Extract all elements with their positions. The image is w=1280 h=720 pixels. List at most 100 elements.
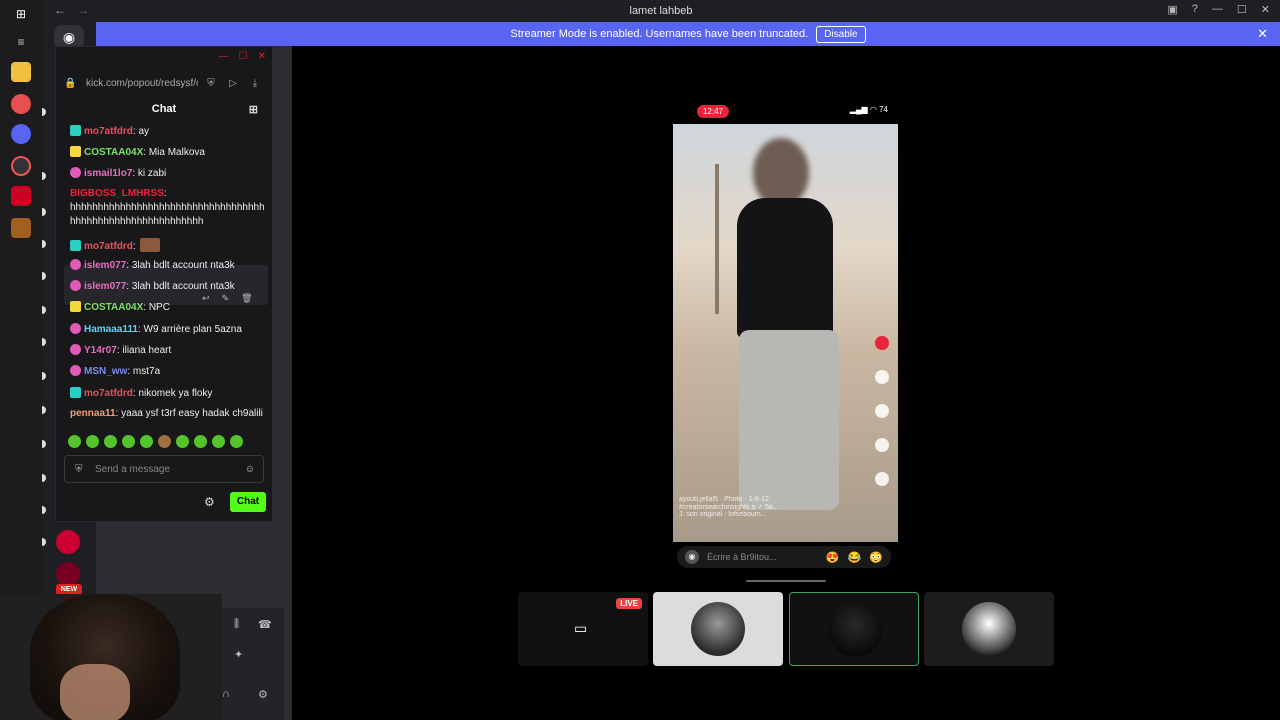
popout-controls: — ☐ ✕ [219,51,266,62]
chat-username[interactable]: Hamaaa111 [84,324,138,335]
participant-tile-2[interactable] [653,592,783,666]
emote-button[interactable] [140,435,153,448]
profile-avatar-icon[interactable] [875,336,889,350]
emote-button[interactable] [122,435,135,448]
webcam-face [60,664,130,720]
emoji-laugh[interactable]: 😂 [848,551,862,564]
server-indicator [42,338,46,346]
download-icon[interactable]: ⤓ [246,78,264,89]
shared-video[interactable]: ayoub.jellal5 · Photo · 1-8-12 #creators… [673,124,898,542]
share-icon[interactable] [875,472,889,486]
chat-username[interactable]: Y14r07 [84,345,117,356]
shield-badge-icon: ⛨ [75,463,83,475]
participant-avatar [691,602,745,656]
inbox-icon[interactable]: ▣ [1167,3,1177,16]
emote-button[interactable] [194,435,207,448]
message-input[interactable]: ⛨ Send a message ☺ [64,455,264,483]
participant-avatar [962,602,1016,656]
minimize-button[interactable]: — [1212,3,1223,16]
phone-signal-battery: ▂▄▆ ◠ 74 [849,105,888,114]
chat-message: COSTAA04X: Mia Malkova [70,146,270,158]
chat-username[interactable]: pennaa11 [70,408,116,419]
emote-button[interactable] [176,435,189,448]
chat-text: hhhhhhhhhhhhhhhhhhhhhhhh [70,216,204,227]
server-avatar[interactable] [56,530,80,554]
comment-placeholder: Écrire à Br9itou... [707,552,777,562]
server-avatar[interactable] [56,562,80,586]
headphones-icon[interactable]: ∩ [222,688,230,700]
emoji-picker-icon[interactable]: ☺ [245,464,255,475]
emote-button[interactable] [212,435,225,448]
emote-button[interactable] [230,435,243,448]
archive-app-icon[interactable] [11,218,31,238]
camera-icon[interactable]: ◉ [685,550,699,564]
window-title: lamet lahbeb [629,5,693,17]
shield-icon[interactable]: ⛨ [202,78,220,89]
heart-icon[interactable] [875,370,889,384]
comment-input[interactable]: ◉ Écrire à Br9itou... 😍 😂 😳 [677,546,891,568]
close-button[interactable]: ✕ [1261,3,1270,16]
screen-share-icon: ▭ [574,620,588,636]
activities-icon[interactable]: ✦ [234,648,243,661]
disconnect-icon[interactable]: ☎ [258,618,272,631]
emote-button[interactable] [158,435,171,448]
play-icon[interactable]: ▷ [224,78,242,89]
chat-username[interactable]: MSN_ww [84,366,127,377]
emoji-heart-eyes[interactable]: 😍 [826,551,840,564]
maximize-button[interactable]: ☐ [1237,3,1247,16]
emote-button[interactable] [68,435,81,448]
voice-controls: ⫼ ☎ ✦ ∩ ⚙ [222,608,284,720]
app-icon-1[interactable] [11,94,31,114]
chat-text: : [132,241,136,252]
chat-message: pennaa11: yaaa ysf t3rf easy hadak ch9al… [70,408,270,419]
obs-icon[interactable] [11,156,31,176]
discord-taskbar-icon[interactable] [11,124,31,144]
comment-icon[interactable] [875,404,889,418]
chat-send-button[interactable]: Chat [230,492,266,512]
file-explorer-icon[interactable] [11,62,31,82]
battery-level: 74 [879,105,888,114]
chat-username[interactable]: islem077 [84,281,126,292]
chat-username[interactable]: BIGBOSS_LMHRSS [70,188,164,199]
settings-gear-icon[interactable]: ⚙ [258,688,268,701]
disable-button[interactable]: Disable [816,25,866,43]
chat-message: hhhhhhhhhhhhhhhhhhhhhhhhhhhhhhhhhhh [70,202,270,213]
gift-icon[interactable]: ⊞ [249,103,258,116]
popout-minimize-icon[interactable]: — [219,51,229,62]
server-indicator [42,208,46,216]
chat-username[interactable]: islem077 [84,260,126,271]
user-badge-icon [70,301,81,312]
soundboard-icon[interactable]: ⫼ [234,618,239,631]
task-view-icon[interactable]: ≡ [11,32,31,52]
bookmark-icon[interactable] [875,438,889,452]
streamer-mode-banner: Streamer Mode is enabled. Usernames have… [96,22,1280,46]
webcam-overlay [0,594,222,720]
chat-username[interactable]: mo7atfdrd [84,126,133,137]
help-icon[interactable]: ? [1192,3,1198,16]
chat-username[interactable]: COSTAA04X [84,302,143,313]
chat-username[interactable]: COSTAA04X [84,147,143,158]
chat-username[interactable]: ismail1lo7 [84,168,132,179]
chat-message: Hamaaa111: W9 arrière plan 5azna [70,323,270,335]
chat-message: ismail1lo7: ki zabi [70,167,270,179]
chat-username[interactable]: mo7atfdrd [84,241,133,252]
popout-maximize-icon[interactable]: ☐ [239,51,248,62]
user-badge-icon [70,259,81,270]
chat-text: : iliana heart [116,345,172,356]
emote-button[interactable] [104,435,117,448]
chat-username[interactable]: mo7atfdrd [84,388,133,399]
emote-button[interactable] [86,435,99,448]
popout-url[interactable]: kick.com/popout/redsysf/c [86,78,198,89]
server-indicator [42,538,46,546]
chat-settings-icon[interactable]: ⚙ [204,495,215,509]
chat-message: BIGBOSS_LMHRSS: [70,188,270,199]
emoji-flushed[interactable]: 😳 [869,551,883,564]
app-icon-2[interactable] [11,186,31,206]
windows-start-icon[interactable]: ⊞ [11,4,31,24]
banner-close-icon[interactable]: ✕ [1257,26,1268,42]
participant-tile-3[interactable] [789,592,919,666]
participant-tile-screenshare[interactable]: LIVE ▭ [518,592,648,666]
chat-message: COSTAA04X: NPC [70,301,270,313]
popout-close-icon[interactable]: ✕ [258,51,266,62]
participant-tile-4[interactable] [924,592,1054,666]
